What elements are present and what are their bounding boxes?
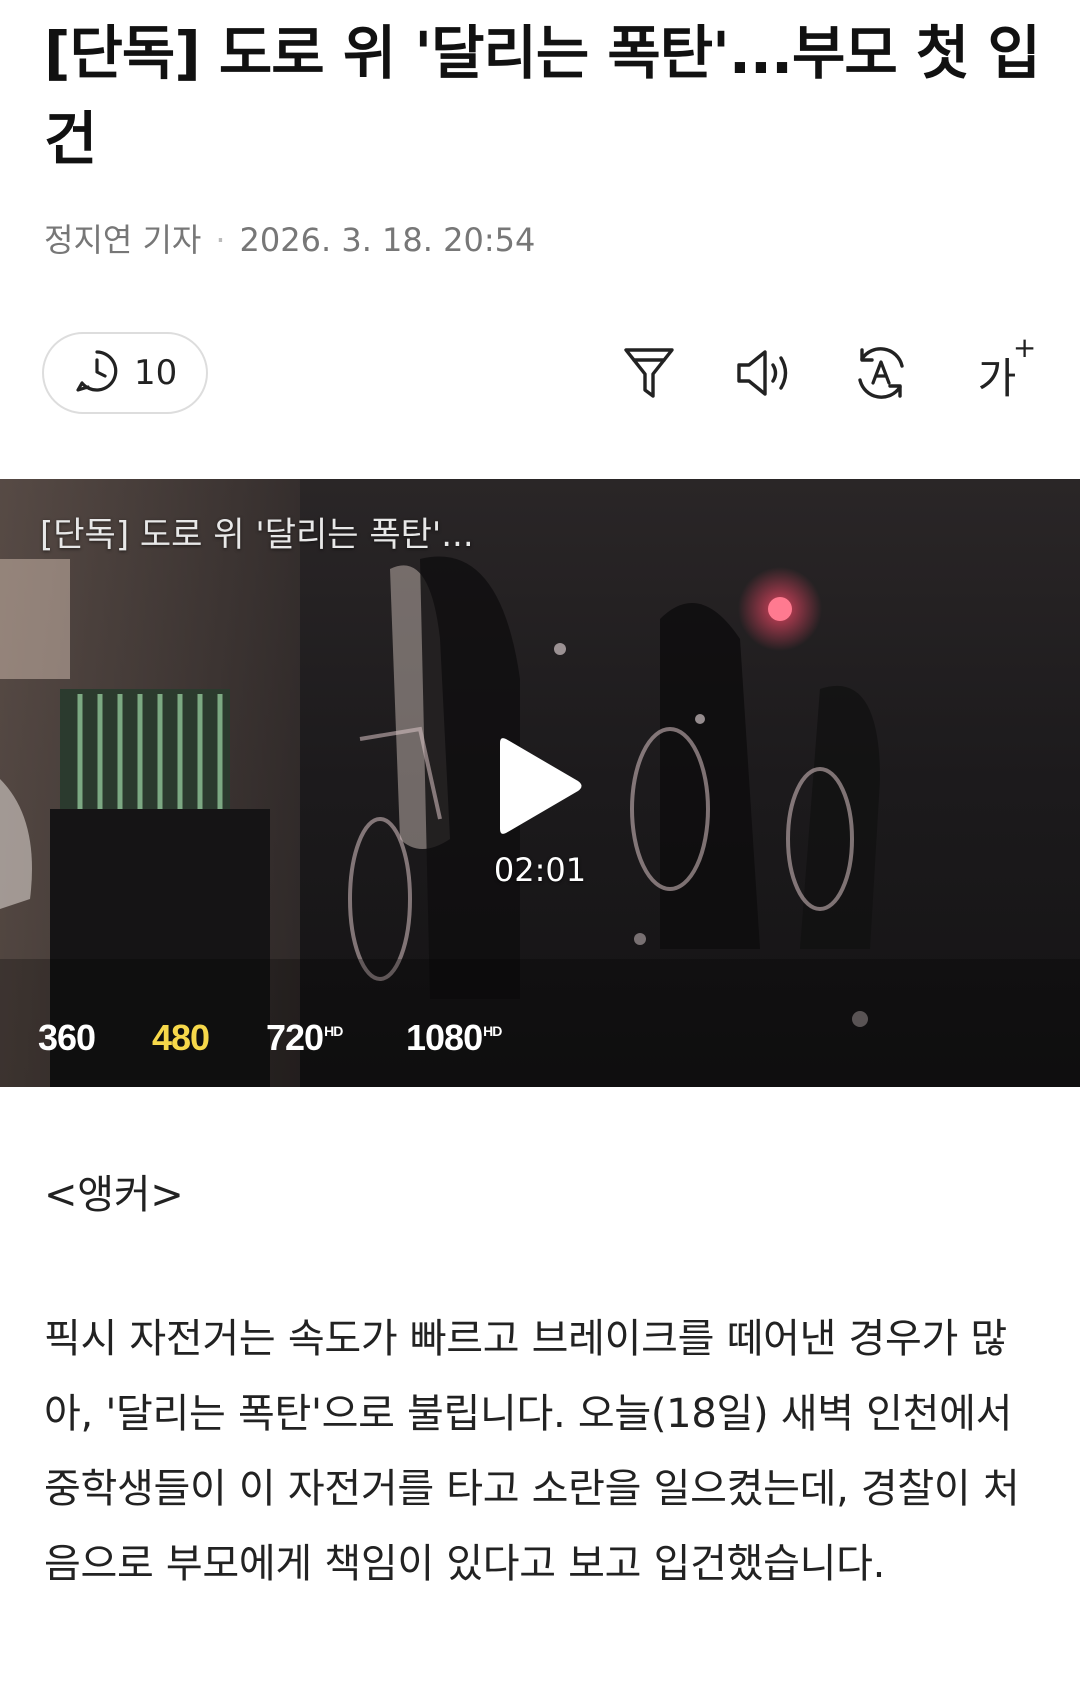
- quality-label: 1080: [406, 1017, 483, 1058]
- anchor-label: <앵커>: [44, 1172, 184, 1218]
- quality-label: 360: [38, 1017, 96, 1058]
- quality-option-480[interactable]: 480: [152, 1017, 266, 1059]
- quality-option-1080[interactable]: 1080HD: [406, 1017, 546, 1059]
- hd-badge: HD: [324, 1023, 343, 1039]
- read-aloud-button[interactable]: [730, 340, 800, 410]
- play-button[interactable]: [492, 731, 592, 841]
- comment-count: 10: [134, 353, 178, 393]
- quality-label: 480: [152, 1017, 210, 1058]
- video-title: [단독] 도로 위 '달리는 폭탄'...: [40, 515, 474, 555]
- font-size-plus: +: [1012, 330, 1037, 364]
- font-size-icon: 가 +: [977, 331, 1037, 406]
- byline-separator: ·: [215, 221, 226, 259]
- font-size-button[interactable]: 가 +: [962, 331, 1037, 410]
- quality-label: 720: [266, 1017, 324, 1058]
- comment-button[interactable]: 10: [42, 332, 208, 414]
- font-size-label: 가: [977, 353, 1017, 403]
- translate-icon: [852, 344, 910, 406]
- video-duration: 02:01: [493, 851, 587, 889]
- clock-comment-icon: [74, 348, 120, 398]
- summary-button[interactable]: [614, 340, 684, 410]
- quality-option-720[interactable]: 720HD: [266, 1017, 406, 1059]
- hd-badge: HD: [483, 1023, 502, 1039]
- quality-option-360[interactable]: 360: [38, 1017, 152, 1059]
- byline: 정지연 기자 · 2026. 3. 18. 20:54: [44, 218, 535, 262]
- summary-filter-icon: [622, 344, 676, 406]
- reporter-name[interactable]: 정지연 기자: [44, 221, 201, 259]
- translate-button[interactable]: [846, 340, 916, 410]
- play-icon: [500, 738, 582, 834]
- video-player[interactable]: [단독] 도로 위 '달리는 폭탄'... 02:01 360 480 720H…: [0, 479, 1080, 1087]
- quality-selector: 360 480 720HD 1080HD: [38, 1017, 546, 1059]
- article-headline: [단독] 도로 위 '달리는 폭탄'...부모 첫 입건: [44, 19, 1041, 173]
- speaker-icon: [735, 347, 795, 403]
- publish-datetime: 2026. 3. 18. 20:54: [239, 221, 536, 259]
- article-paragraph: 픽시 자전거는 속도가 빠르고 브레이크를 떼어낸 경우가 많아, '달리는 폭…: [44, 1316, 1020, 1587]
